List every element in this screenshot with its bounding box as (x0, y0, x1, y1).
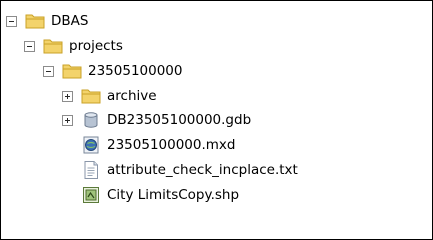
collapse-toggle[interactable] (6, 15, 17, 27)
collapse-toggle[interactable] (43, 65, 54, 77)
catalog-tree: DBAS projects 23505100000 archive DB2350… (0, 0, 433, 240)
tree-item-text-file[interactable]: attribute_check_incplace.txt (81, 158, 299, 182)
tree-item-label: DBAS (51, 13, 89, 29)
tree-item-label: attribute_check_incplace.txt (107, 162, 298, 178)
tree-item-label: City LimitsCopy.shp (107, 187, 240, 203)
geodatabase-icon (84, 112, 98, 128)
tree-item-label: archive (107, 88, 157, 104)
shapefile-icon (83, 187, 99, 203)
expand-toggle[interactable] (62, 114, 73, 126)
collapse-toggle[interactable] (24, 40, 35, 52)
tree-item-label: projects (69, 38, 123, 54)
folder-icon (81, 89, 101, 104)
tree-item-projects[interactable]: projects (24, 34, 124, 58)
tree-item-label: 23505100000 (88, 63, 183, 79)
tree-item-map-document[interactable]: 23505100000.mxd (81, 133, 236, 157)
tree-item-shapefile[interactable]: City LimitsCopy.shp (81, 183, 240, 207)
expand-toggle[interactable] (62, 90, 73, 102)
map-document-icon (83, 136, 99, 154)
folder-icon (25, 14, 45, 29)
tree-item-archive[interactable]: archive (62, 84, 158, 108)
text-file-icon (84, 161, 98, 179)
tree-item-project-folder[interactable]: 23505100000 (43, 59, 183, 83)
folder-icon (62, 64, 82, 79)
tree-item-dbas[interactable]: DBAS (6, 9, 89, 33)
tree-item-label: DB23505100000.gdb (107, 112, 252, 128)
tree-item-label: 23505100000.mxd (107, 137, 236, 153)
folder-icon (43, 39, 63, 54)
tree-item-geodatabase[interactable]: DB23505100000.gdb (62, 108, 252, 132)
